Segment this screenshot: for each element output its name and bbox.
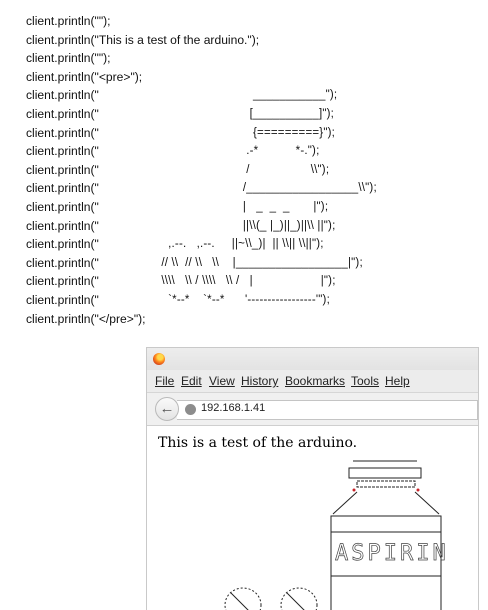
- pill-left-split: [230, 592, 249, 610]
- menu-view[interactable]: View: [209, 374, 235, 388]
- code-line: client.println("");: [26, 14, 111, 28]
- pill-left: [224, 587, 262, 610]
- code-line: client.println(" / \\");: [26, 162, 330, 177]
- code-line: client.println(" \\\\ \\ / \\\\ \\ / | |…: [26, 274, 336, 289]
- code-line: client.println(" // \\ // \\ \\ |_______…: [26, 255, 363, 270]
- bottle-shoulder-left: [332, 491, 358, 515]
- menu-help[interactable]: Help: [385, 374, 410, 388]
- pill-right-split: [286, 592, 305, 610]
- page-heading-text: This is a test of the arduino.: [158, 435, 358, 451]
- menu-tools[interactable]: Tools: [351, 374, 379, 388]
- code-line: client.println(" ||\\(_ |_)||_)||\\ ||")…: [26, 218, 336, 233]
- url-bar[interactable]: 192.168.1.41: [177, 400, 478, 420]
- menu-bar: File Edit View History Bookmarks Tools H…: [147, 370, 478, 393]
- page-content: This is a test of the arduino. ASPIRIN: [147, 426, 478, 610]
- code-line: client.println(" {=========}");: [26, 125, 336, 140]
- code-line: client.println("</pre>");: [26, 311, 146, 326]
- code-line: client.println(" [__________]");: [26, 106, 335, 121]
- menu-bookmarks[interactable]: Bookmarks: [285, 374, 345, 388]
- pill-right: [280, 587, 318, 610]
- code-line: client.println(" .-* *-.");: [26, 144, 320, 159]
- code-line: client.println(" `*--* `*--* '----------…: [26, 292, 330, 307]
- code-line: client.println(" ___________");: [26, 88, 338, 103]
- code-line: client.println(" ,.--. ,.--. ||~\\_)| ||…: [26, 237, 324, 252]
- ascii-art-render: ASPIRIN: [224, 460, 449, 610]
- back-arrow-icon: ←: [159, 400, 175, 417]
- code-line: client.println(" | _ _ _ |");: [26, 199, 329, 214]
- navigation-bar: 192.168.1.41 ←: [147, 393, 478, 426]
- bottle-neck: [356, 480, 416, 488]
- bottle-cap: [348, 467, 422, 479]
- bottle-dot-left: [352, 488, 356, 492]
- browser-window: File Edit View History Bookmarks Tools H…: [146, 347, 479, 610]
- menu-edit[interactable]: Edit: [181, 374, 202, 388]
- globe-icon: [185, 404, 196, 415]
- url-text: 192.168.1.41: [201, 402, 266, 414]
- bottle-dot-right: [416, 488, 420, 492]
- code-listing: client.println(""); client.println("This…: [26, 12, 486, 328]
- bottle-shoulder-right: [414, 491, 440, 515]
- bottle-label-art: ASPIRIN: [335, 541, 449, 566]
- menu-history[interactable]: History: [241, 374, 278, 388]
- title-bar: [147, 348, 478, 370]
- code-line: client.println("");: [26, 51, 111, 66]
- code-line: client.println("This is a test of the ar…: [26, 32, 260, 47]
- back-button[interactable]: ←: [155, 397, 179, 421]
- menu-file[interactable]: File: [155, 374, 174, 388]
- firefox-logo-icon: [153, 353, 165, 365]
- code-line: client.println("<pre>");: [26, 69, 143, 84]
- code-line: client.println(" /_________________\\");: [26, 181, 377, 196]
